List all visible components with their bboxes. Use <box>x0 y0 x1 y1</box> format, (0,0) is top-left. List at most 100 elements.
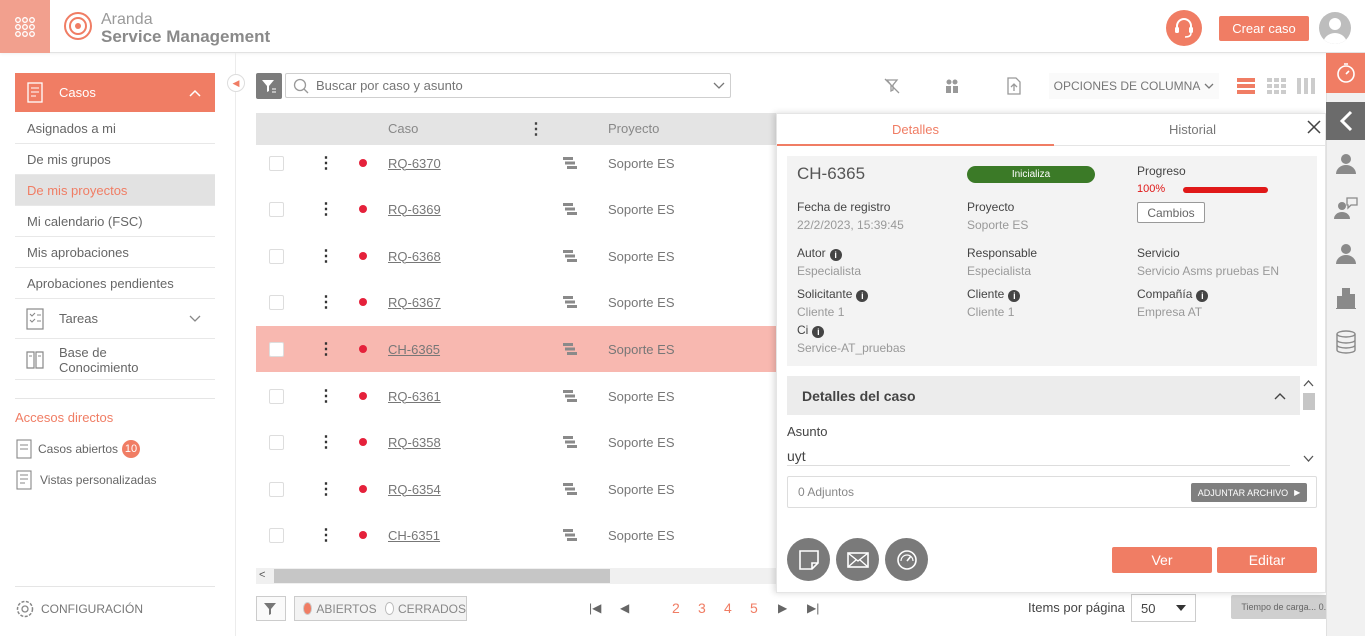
export-button[interactable] <box>1001 73 1027 99</box>
closed-radio[interactable] <box>384 602 394 615</box>
row-checkbox[interactable] <box>269 434 284 450</box>
last-page-button[interactable]: ▶| <box>807 601 819 615</box>
sla-button[interactable] <box>885 538 928 581</box>
quick-open-cases[interactable]: Casos abiertos 10 <box>15 439 141 459</box>
note-button[interactable] <box>787 538 830 581</box>
edit-button[interactable]: Editar <box>1217 547 1317 573</box>
case-link[interactable]: CH-6351 <box>388 528 440 543</box>
search-box[interactable] <box>285 73 731 98</box>
sidebar-item-case-view[interactable]: De mis proyectos <box>15 175 215 206</box>
sidebar-section-cases[interactable]: Casos <box>15 73 215 112</box>
table-row[interactable]: ⋮ RQ-6369 Soporte ES <box>256 186 776 232</box>
app-launcher-button[interactable] <box>0 0 50 53</box>
info-icon[interactable]: i <box>1196 290 1209 302</box>
row-menu-icon[interactable]: ⋮ <box>318 479 334 499</box>
open-radio[interactable] <box>303 602 313 615</box>
info-icon[interactable]: i <box>856 290 869 302</box>
info-icon[interactable]: i <box>812 326 825 338</box>
row-menu-icon[interactable]: ⋮ <box>318 525 334 545</box>
table-row[interactable]: ⋮ RQ-6354 Soporte ES <box>256 466 776 512</box>
column-header-case[interactable]: Caso <box>388 121 418 136</box>
row-menu-icon[interactable]: ⋮ <box>318 199 334 219</box>
row-menu-icon[interactable]: ⋮ <box>318 339 334 359</box>
case-link[interactable]: CH-6365 <box>388 342 440 357</box>
vertical-scrollbar[interactable] <box>1300 376 1317 466</box>
view-button[interactable]: Ver <box>1112 547 1212 573</box>
tab-history[interactable]: Historial <box>1054 114 1331 146</box>
row-checkbox[interactable] <box>269 201 284 217</box>
database-rail-button[interactable] <box>1326 327 1365 357</box>
tab-details[interactable]: Detalles <box>777 114 1054 146</box>
user-rail-button[interactable] <box>1326 148 1365 178</box>
case-link[interactable]: RQ-6354 <box>388 482 441 497</box>
row-checkbox[interactable] <box>269 155 284 171</box>
group-button[interactable] <box>939 73 965 99</box>
email-button[interactable] <box>836 538 879 581</box>
info-icon[interactable]: i <box>1008 290 1021 302</box>
configuration-link[interactable]: CONFIGURACIÓN <box>15 599 143 619</box>
case-link[interactable]: RQ-6369 <box>388 202 441 217</box>
page-link[interactable]: 3 <box>698 600 706 616</box>
column-header-project[interactable]: Proyecto <box>608 121 659 136</box>
table-row[interactable]: ⋮ RQ-6358 Soporte ES <box>256 419 776 465</box>
user-avatar[interactable] <box>1319 12 1351 44</box>
table-row[interactable]: ⋮ CH-6365 Soporte ES <box>256 326 776 372</box>
page-link[interactable]: 5 <box>750 600 758 616</box>
case-link[interactable]: RQ-6367 <box>388 295 441 310</box>
page-link[interactable]: 4 <box>724 600 732 616</box>
company-rail-button[interactable] <box>1326 283 1365 313</box>
collapse-panel-button[interactable] <box>1326 102 1365 140</box>
search-input[interactable] <box>316 78 696 93</box>
sidebar-section-knowledge[interactable]: Base de Conocimiento <box>15 340 215 380</box>
table-row[interactable]: ⋮ RQ-6361 Soporte ES <box>256 373 776 419</box>
user-chat-rail-button[interactable] <box>1326 193 1365 223</box>
scrollbar-thumb[interactable] <box>274 569 610 583</box>
case-link[interactable]: RQ-6361 <box>388 389 441 404</box>
open-closed-toggle[interactable]: ABIERTOS CERRADOS <box>294 596 467 621</box>
case-link[interactable]: RQ-6370 <box>388 156 441 171</box>
sidebar-item-case-view[interactable]: Asignados a mi <box>15 113 215 144</box>
scroll-left-icon[interactable]: < <box>259 569 265 581</box>
sidebar-item-case-view[interactable]: Mi calendario (FSC) <box>15 206 215 237</box>
row-menu-icon[interactable]: ⋮ <box>318 292 334 312</box>
chevron-down-icon[interactable] <box>713 82 725 90</box>
row-menu-icon[interactable]: ⋮ <box>318 246 334 266</box>
column-options-dropdown[interactable]: OPCIONES DE COLUMNA <box>1049 73 1219 99</box>
footer-filter-button[interactable] <box>256 596 286 621</box>
close-icon[interactable] <box>1307 120 1321 134</box>
row-checkbox[interactable] <box>269 248 284 264</box>
sidebar-item-case-view[interactable]: Mis aprobaciones <box>15 237 215 268</box>
info-icon[interactable]: i <box>829 249 842 261</box>
table-row[interactable]: ⋮ CH-6351 Soporte ES <box>256 512 776 558</box>
row-checkbox[interactable] <box>269 341 284 357</box>
grid-view-button[interactable] <box>1263 73 1289 99</box>
table-row[interactable]: ⋮ RQ-6367 Soporte ES <box>256 279 776 325</box>
prev-page-button[interactable]: ◀ <box>620 601 629 615</box>
contact-rail-button[interactable] <box>1326 238 1365 268</box>
subject-value[interactable]: uyt <box>787 444 1290 466</box>
sidebar-item-case-view[interactable]: De mis grupos <box>15 144 215 175</box>
changes-button[interactable]: Cambios <box>1137 202 1205 223</box>
case-link[interactable]: RQ-6368 <box>388 249 441 264</box>
collapse-sidebar-button[interactable]: ◀ <box>227 74 245 92</box>
filter-button[interactable] <box>256 73 282 99</box>
sidebar-item-case-view[interactable]: Aprobaciones pendientes <box>15 268 215 299</box>
row-menu-icon[interactable]: ⋮ <box>318 153 334 173</box>
quick-custom-views[interactable]: Vistas personalizadas <box>15 470 157 490</box>
horizontal-scrollbar[interactable]: < <box>256 568 776 584</box>
row-checkbox[interactable] <box>269 481 284 497</box>
row-checkbox[interactable] <box>269 294 284 310</box>
list-view-button[interactable] <box>1233 73 1259 99</box>
create-case-button[interactable]: Crear caso <box>1219 16 1309 41</box>
row-menu-icon[interactable]: ⋮ <box>318 432 334 452</box>
case-details-accordion[interactable]: Detalles del caso <box>787 376 1300 415</box>
row-checkbox[interactable] <box>269 388 284 404</box>
case-link[interactable]: RQ-6358 <box>388 435 441 450</box>
board-view-button[interactable] <box>1293 73 1319 99</box>
row-menu-icon[interactable]: ⋮ <box>318 386 334 406</box>
row-checkbox[interactable] <box>269 527 284 543</box>
support-button[interactable] <box>1166 10 1202 46</box>
items-per-page-select[interactable]: 50 <box>1131 594 1196 622</box>
table-row[interactable]: ⋮ RQ-6370 Soporte ES <box>256 140 776 186</box>
next-page-button[interactable]: ▶ <box>778 601 787 615</box>
